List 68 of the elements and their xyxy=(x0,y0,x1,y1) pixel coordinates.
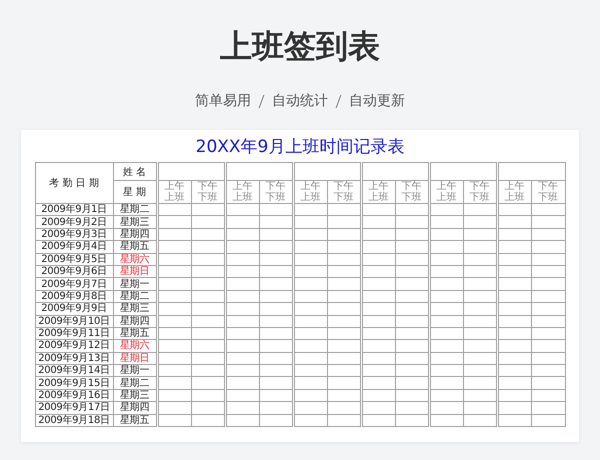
subcolumn-header: 上午 xyxy=(164,182,184,192)
date-cell: 2009年9月11日 xyxy=(38,328,110,340)
subcolumn-header: 下午 xyxy=(198,182,218,192)
weekday-cell: 星期五 xyxy=(120,241,150,252)
subcolumn-header: 上班 xyxy=(300,193,320,203)
weekday-cell: 星期六 xyxy=(120,254,150,265)
date-cell: 2009年9月17日 xyxy=(38,402,110,414)
column-header: 考 勤 日 期 xyxy=(49,178,99,189)
date-cell: 2009年9月5日 xyxy=(41,254,107,265)
column-header: 姓 名 xyxy=(122,166,146,178)
weekday-cell: 星期五 xyxy=(120,328,150,340)
subcolumn-header: 下午 xyxy=(470,182,490,192)
subcolumn-header: 下午 xyxy=(266,182,286,192)
date-cell: 2009年9月12日 xyxy=(38,340,110,352)
weekday-cell: 星期四 xyxy=(120,228,150,240)
date-cell: 2009年9月4日 xyxy=(41,241,107,252)
subcolumn-header: 上班 xyxy=(232,193,252,203)
subcolumn-header: 上班 xyxy=(436,193,456,203)
subcolumn-header: 下午 xyxy=(538,182,558,192)
weekday-cell: 星期三 xyxy=(120,303,150,314)
feature-label: 自动更新 xyxy=(349,92,405,110)
date-cell: 2009年9月6日 xyxy=(41,266,107,278)
column-header: 星 期 xyxy=(122,187,146,198)
weekday-cell: 星期四 xyxy=(120,316,150,327)
weekday-cell: 星期六 xyxy=(120,340,150,352)
weekday-cell: 星期二 xyxy=(120,290,150,302)
subcolumn-header: 下班 xyxy=(402,193,422,203)
weekday-cell: 星期二 xyxy=(120,378,150,389)
date-cell: 2009年9月9日 xyxy=(41,303,107,314)
date-cell: 2009年9月8日 xyxy=(41,290,107,302)
subcolumn-header: 上午 xyxy=(368,182,388,192)
weekday-cell: 星期日 xyxy=(120,266,150,278)
weekday-cell: 星期三 xyxy=(120,216,150,228)
subcolumn-header: 上午 xyxy=(436,182,456,192)
subcolumn-header: 下午 xyxy=(334,182,354,192)
feature-label: 简单易用 xyxy=(195,92,251,110)
subcolumn-header: 上午 xyxy=(232,182,252,192)
subcolumn-header: 上班 xyxy=(164,193,184,203)
weekday-cell: 星期一 xyxy=(120,365,150,376)
subcolumn-header: 下班 xyxy=(198,193,218,203)
date-cell: 2009年9月15日 xyxy=(38,378,110,389)
date-cell: 2009年9月2日 xyxy=(41,216,107,228)
weekday-cell: 星期五 xyxy=(120,414,150,426)
subcolumn-header: 下午 xyxy=(402,182,422,192)
subcolumn-header: 下班 xyxy=(266,193,286,203)
subcolumn-header: 上班 xyxy=(368,193,388,203)
subcolumn-header: 上午 xyxy=(504,182,524,192)
date-cell: 2009年9月3日 xyxy=(41,228,107,240)
weekday-cell: 星期三 xyxy=(120,390,150,402)
weekday-cell: 星期日 xyxy=(120,352,150,364)
feature-label: 自动统计 xyxy=(272,92,328,110)
weekday-cell: 星期一 xyxy=(120,278,150,290)
weekday-cell: 星期二 xyxy=(120,204,150,216)
subcolumn-header: 上午 xyxy=(300,182,320,192)
sheet-title: 20XX年9月上班时间记录表 xyxy=(196,136,404,158)
date-cell: 2009年9月18日 xyxy=(38,414,110,426)
date-cell: 2009年9月1日 xyxy=(41,204,107,216)
subcolumn-header: 下班 xyxy=(334,193,354,203)
date-cell: 2009年9月16日 xyxy=(38,390,110,402)
date-cell: 2009年9月7日 xyxy=(41,278,107,290)
page-title: 上班签到表 xyxy=(220,26,380,66)
weekday-cell: 星期四 xyxy=(120,402,150,414)
subcolumn-header: 下班 xyxy=(470,193,490,203)
date-cell: 2009年9月13日 xyxy=(38,352,110,364)
date-cell: 2009年9月10日 xyxy=(38,316,110,327)
date-cell: 2009年9月14日 xyxy=(38,365,110,376)
subcolumn-header: 下班 xyxy=(538,193,558,203)
subcolumn-header: 上班 xyxy=(504,193,524,203)
